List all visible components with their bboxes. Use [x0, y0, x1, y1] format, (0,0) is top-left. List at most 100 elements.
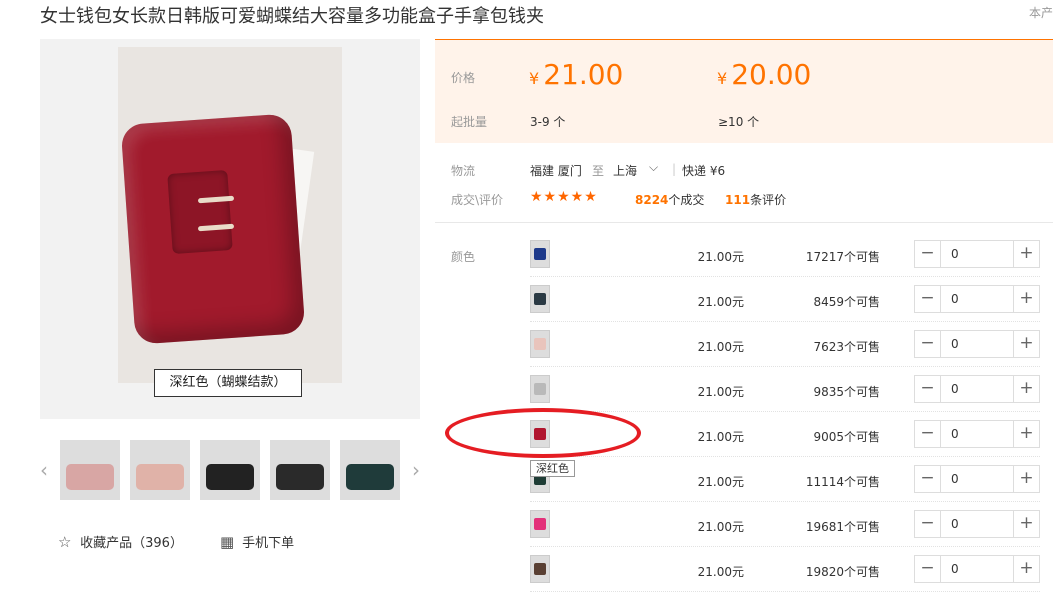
- quantity-input[interactable]: 0: [951, 562, 959, 576]
- ship-to-word: 至: [592, 164, 605, 178]
- sku-price: 21.00元: [697, 430, 744, 444]
- chevron-down-icon[interactable]: ⌵: [649, 160, 658, 175]
- swatch-color: [534, 293, 546, 305]
- color-swatch[interactable]: [530, 240, 550, 268]
- color-swatch[interactable]: [530, 375, 550, 403]
- color-label: 颜色: [451, 250, 476, 264]
- deals-number: 8224: [635, 193, 669, 207]
- sku-price: 21.00元: [697, 385, 744, 399]
- quantity-input[interactable]: 0: [951, 427, 959, 441]
- thumbnail-swatch: [66, 464, 114, 490]
- sku-price: 21.00元: [697, 475, 744, 489]
- sku-stock: 19681个可售: [805, 520, 880, 534]
- quantity-stepper: − 0 +: [914, 510, 1040, 538]
- thumbnail[interactable]: [200, 440, 260, 500]
- sku-stock: 7623个可售: [813, 340, 880, 354]
- review-count[interactable]: 111条评价: [725, 191, 786, 208]
- arrow-left-icon[interactable]: ‹: [40, 458, 48, 482]
- price-box: 价格 ¥21.00 ¥20.00 起批量 3-9 个 ≥10 个: [435, 39, 1053, 143]
- sku-row: 21.00元 7623个可售 − 0 +: [530, 322, 1040, 367]
- mobile-order-label: 手机下单: [242, 536, 295, 551]
- quantity-stepper: − 0 +: [914, 330, 1040, 358]
- swatch-color: [534, 248, 546, 260]
- sku-stock: 19820个可售: [805, 565, 880, 579]
- ship-from: 福建 厦门: [530, 164, 582, 178]
- thumbnail[interactable]: [340, 440, 400, 500]
- price-tier-2-value: 20.00: [731, 58, 812, 91]
- swatch-color: [534, 428, 546, 440]
- increment-button[interactable]: +: [1013, 556, 1039, 582]
- sku-price: 21.00元: [697, 295, 744, 309]
- swatch-color: [534, 383, 546, 395]
- currency-symbol: ¥: [717, 69, 728, 88]
- color-swatch[interactable]: [530, 285, 550, 313]
- sku-row: 21.00元 9835个可售 − 0 +: [530, 367, 1040, 412]
- rating-stars: ★★★★★: [530, 189, 598, 205]
- sku-row-selected: 21.00元 9005个可售 − 0 +: [530, 412, 1040, 457]
- mobile-order-button[interactable]: ▦ 手机下单: [220, 532, 294, 551]
- quantity-input[interactable]: 0: [951, 472, 959, 486]
- swatch-color: [534, 518, 546, 530]
- thumbnail-swatch: [206, 464, 254, 490]
- top-right-link-fragment[interactable]: 本产: [1029, 4, 1053, 21]
- increment-button[interactable]: +: [1013, 331, 1039, 357]
- separator: |: [672, 162, 677, 176]
- quantity-input[interactable]: 0: [951, 517, 959, 531]
- price-tier-2: ¥20.00: [717, 58, 811, 91]
- color-swatch[interactable]: [530, 510, 550, 538]
- thumbnail-swatch: [346, 464, 394, 490]
- quantity-stepper: − 0 +: [914, 420, 1040, 448]
- review-text: 条评价: [750, 193, 787, 207]
- decrement-button[interactable]: −: [915, 421, 941, 447]
- increment-button[interactable]: +: [1013, 466, 1039, 492]
- quantity-input[interactable]: 0: [951, 247, 959, 261]
- increment-button[interactable]: +: [1013, 511, 1039, 537]
- decrement-button[interactable]: −: [915, 286, 941, 312]
- sku-row: 21.00元 17217个可售 − 0 +: [530, 232, 1040, 277]
- ship-to-select[interactable]: 上海: [613, 162, 637, 179]
- deals-text: 个成交: [668, 193, 705, 207]
- color-swatch[interactable]: [530, 420, 550, 448]
- sku-price: 21.00元: [697, 520, 744, 534]
- swatch-tooltip: 深红色: [530, 460, 575, 477]
- color-swatch[interactable]: [530, 555, 550, 583]
- quantity-stepper: − 0 +: [914, 240, 1040, 268]
- decrement-button[interactable]: −: [915, 376, 941, 402]
- thumbnail[interactable]: [60, 440, 120, 500]
- quantity-stepper: − 0 +: [914, 555, 1040, 583]
- thumbnail-swatch: [276, 464, 324, 490]
- quantity-input[interactable]: 0: [951, 337, 959, 351]
- sku-row: 21.00元 8459个可售 − 0 +: [530, 277, 1040, 322]
- decrement-button[interactable]: −: [915, 241, 941, 267]
- review-number: 111: [725, 193, 751, 207]
- quantity-input[interactable]: 0: [951, 382, 959, 396]
- favorite-button[interactable]: ☆ 收藏产品（396）: [58, 532, 183, 551]
- arrow-right-icon[interactable]: ›: [412, 458, 420, 482]
- thumbnail[interactable]: [130, 440, 190, 500]
- main-image-area: 深红色（蝴蝶结款）: [40, 39, 420, 419]
- deals-count[interactable]: 8224个成交: [635, 191, 704, 208]
- product-main-image: [118, 47, 342, 383]
- image-caption: 深红色（蝴蝶结款）: [154, 369, 302, 397]
- decrement-button[interactable]: −: [915, 511, 941, 537]
- sku-stock: 9835个可售: [813, 385, 880, 399]
- sku-stock: 9005个可售: [813, 430, 880, 444]
- increment-button[interactable]: +: [1013, 286, 1039, 312]
- thumbnail[interactable]: [270, 440, 330, 500]
- decrement-button[interactable]: −: [915, 466, 941, 492]
- reviews-label: 成交\评价: [451, 193, 504, 207]
- decrement-button[interactable]: −: [915, 331, 941, 357]
- swatch-color: [534, 338, 546, 350]
- swatch-color: [534, 563, 546, 575]
- price-tier-1: ¥21.00: [529, 58, 623, 91]
- increment-button[interactable]: +: [1013, 376, 1039, 402]
- decrement-button[interactable]: −: [915, 556, 941, 582]
- product-title: 女士钱包女长款日韩版可爱蝴蝶结大容量多功能盒子手拿包钱夹: [40, 6, 544, 27]
- increment-button[interactable]: +: [1013, 421, 1039, 447]
- sku-price: 21.00元: [697, 250, 744, 264]
- quantity-stepper: − 0 +: [914, 285, 1040, 313]
- moq-label: 起批量: [451, 115, 488, 129]
- quantity-input[interactable]: 0: [951, 292, 959, 306]
- increment-button[interactable]: +: [1013, 241, 1039, 267]
- color-swatch[interactable]: [530, 330, 550, 358]
